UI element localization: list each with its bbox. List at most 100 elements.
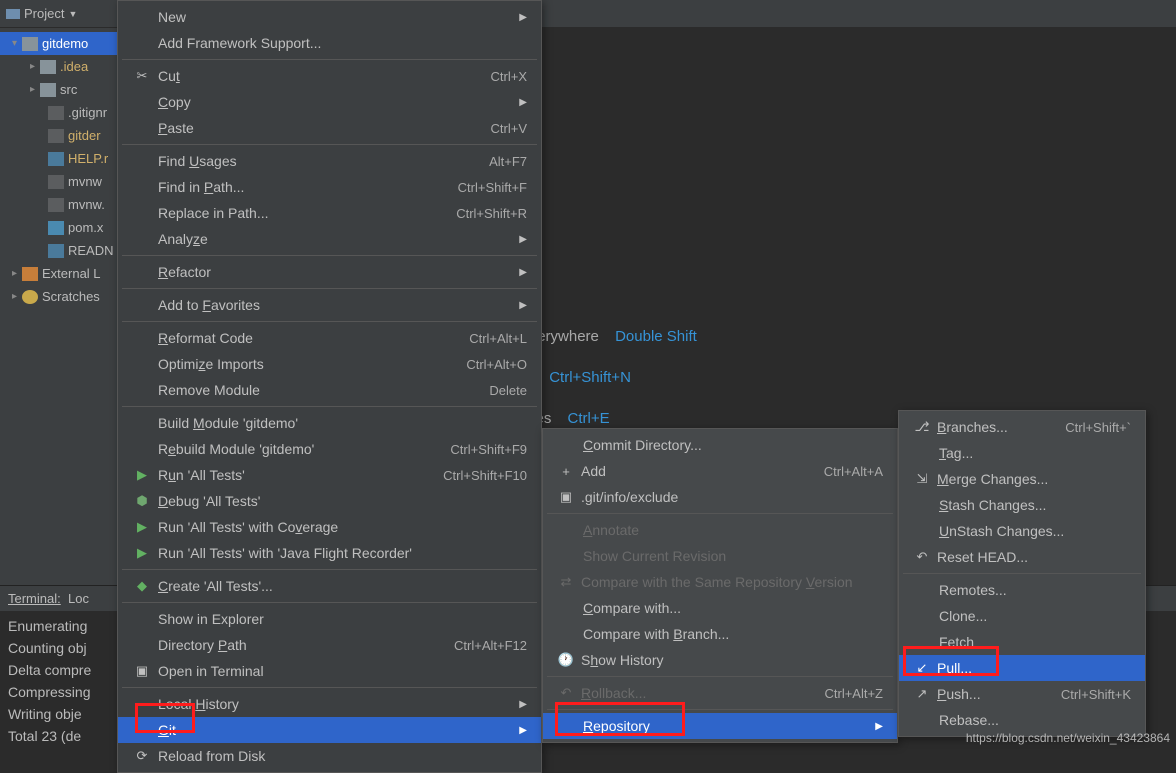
project-dropdown[interactable]: Project ▼ — [6, 6, 77, 21]
menu-item[interactable]: Remotes... — [899, 577, 1145, 603]
menu-label: Compare with Branch... — [583, 626, 883, 642]
menu-shortcut: Ctrl+Alt+L — [469, 331, 527, 346]
menu-item[interactable]: ▶Run 'All Tests' with 'Java Flight Recor… — [118, 540, 541, 566]
file-icon — [48, 221, 64, 235]
menu-label: Cut — [158, 68, 471, 84]
menu-item[interactable]: ↶Reset HEAD... — [899, 544, 1145, 570]
menu-item[interactable]: Directory PathCtrl+Alt+F12 — [118, 632, 541, 658]
tree-file[interactable]: READN — [0, 239, 118, 262]
menu-icon: ↙ — [913, 660, 931, 676]
menu-label: Find Usages — [158, 153, 469, 169]
menu-item[interactable]: Find Usages Alt+F7 — [118, 148, 541, 174]
tree-label: READN — [68, 243, 114, 258]
menu-item[interactable]: ↗Push...Ctrl+Shift+K — [899, 681, 1145, 707]
menu-item[interactable]: ◆Create 'All Tests'... — [118, 573, 541, 599]
menu-shortcut: Alt+F7 — [489, 154, 527, 169]
menu-item[interactable]: ✂CutCtrl+X — [118, 63, 541, 89]
menu-item[interactable]: Analyze▶ — [118, 226, 541, 252]
menu-item[interactable]: Git▶ — [118, 717, 541, 743]
menu-item[interactable]: ▶Run 'All Tests' with Coverage — [118, 514, 541, 540]
tree-file[interactable]: .gitignr — [0, 101, 118, 124]
menu-item[interactable]: PasteCtrl+V — [118, 115, 541, 141]
tree-scratches[interactable]: ▸ Scratches — [0, 285, 118, 308]
menu-label: Compare with... — [583, 600, 883, 616]
menu-label: Pull... — [937, 660, 1131, 676]
menu-item[interactable]: Repository▶ — [543, 713, 897, 739]
menu-item[interactable]: UnStash Changes... — [899, 518, 1145, 544]
menu-item[interactable]: ⟳Reload from Disk — [118, 743, 541, 769]
watermark: https://blog.csdn.net/weixin_43423864 — [966, 731, 1170, 745]
menu-icon: ▣ — [557, 489, 575, 505]
terminal-tab-label: Terminal: — [8, 591, 61, 606]
menu-item[interactable]: Add Framework Support... — [118, 30, 541, 56]
tree-file[interactable]: pom.x — [0, 216, 118, 239]
menu-item[interactable]: 🕐Show History — [543, 647, 897, 673]
menu-label: UnStash Changes... — [939, 523, 1131, 539]
menu-icon: ↶ — [557, 685, 575, 701]
menu-label: Add to Favorites — [158, 297, 509, 313]
welcome-key: Double Shift — [615, 328, 697, 345]
project-label-text: Project — [24, 6, 64, 21]
menu-label: Git — [158, 722, 509, 738]
menu-item[interactable]: Clone... — [899, 603, 1145, 629]
tree-label: .idea — [60, 59, 88, 74]
menu-label: Copy — [158, 94, 509, 110]
tree-label: mvnw. — [68, 197, 105, 212]
menu-label: Branches... — [937, 419, 1045, 435]
menu-item[interactable]: Compare with Branch... — [543, 621, 897, 647]
menu-item[interactable]: ⎇Branches...Ctrl+Shift+` — [899, 414, 1145, 440]
menu-label: Add Framework Support... — [158, 35, 527, 51]
tree-file[interactable]: HELP.r — [0, 147, 118, 170]
menu-item[interactable]: Local History▶ — [118, 691, 541, 717]
tree-label: gitder — [68, 128, 101, 143]
menu-item[interactable]: Copy▶ — [118, 89, 541, 115]
menu-label: Reset HEAD... — [937, 549, 1131, 565]
tree-file[interactable]: mvnw. — [0, 193, 118, 216]
menu-item[interactable]: Compare with... — [543, 595, 897, 621]
menu-item[interactable]: Commit Directory... — [543, 432, 897, 458]
menu-label: Tag... — [939, 445, 1131, 461]
menu-label: Debug 'All Tests' — [158, 493, 527, 509]
submenu-arrow-icon: ▶ — [519, 267, 527, 278]
menu-item[interactable]: Reformat CodeCtrl+Alt+L — [118, 325, 541, 351]
menu-item[interactable]: Show in Explorer — [118, 606, 541, 632]
menu-label: Add — [581, 463, 804, 479]
file-icon — [48, 106, 64, 120]
menu-item[interactable]: Replace in Path...Ctrl+Shift+R — [118, 200, 541, 226]
tree-root[interactable]: ▾ gitdemo — [0, 32, 118, 55]
tree-label: External L — [42, 266, 101, 281]
menu-item[interactable]: Remove ModuleDelete — [118, 377, 541, 403]
menu-item[interactable]: ▶Run 'All Tests'Ctrl+Shift+F10 — [118, 462, 541, 488]
tree-folder-idea[interactable]: ▸ .idea — [0, 55, 118, 78]
lib-icon — [22, 267, 38, 281]
menu-shortcut: Ctrl+Shift+F9 — [450, 442, 527, 457]
menu-item[interactable]: Stash Changes... — [899, 492, 1145, 518]
tree-external-libs[interactable]: ▸ External L — [0, 262, 118, 285]
menu-item[interactable]: Fetch — [899, 629, 1145, 655]
menu-item[interactable]: ↙ Pull... — [899, 655, 1145, 681]
menu-item[interactable]: Add to Favorites▶ — [118, 292, 541, 318]
tree-file[interactable]: mvnw — [0, 170, 118, 193]
menu-item[interactable]: Build Module 'gitdemo' — [118, 410, 541, 436]
menu-item[interactable]: ⇲Merge Changes... — [899, 466, 1145, 492]
menu-item[interactable]: Find in Path...Ctrl+Shift+F — [118, 174, 541, 200]
menu-shortcut: Ctrl+Alt+A — [824, 464, 883, 479]
tree-file[interactable]: gitder — [0, 124, 118, 147]
menu-item[interactable]: Optimize ImportsCtrl+Alt+O — [118, 351, 541, 377]
menu-label: Paste — [158, 120, 471, 136]
menu-label: Build Module 'gitdemo' — [158, 415, 527, 431]
menu-label: Run 'All Tests' with Coverage — [158, 519, 527, 535]
menu-item[interactable]: Rebuild Module 'gitdemo'Ctrl+Shift+F9 — [118, 436, 541, 462]
menu-item[interactable]: ▣Open in Terminal — [118, 658, 541, 684]
menu-label: Show Current Revision — [583, 548, 883, 564]
menu-item[interactable]: +AddCtrl+Alt+A — [543, 458, 897, 484]
menu-item[interactable]: Rebase... — [899, 707, 1145, 733]
menu-item[interactable]: Tag... — [899, 440, 1145, 466]
submenu-arrow-icon: ▶ — [519, 234, 527, 245]
menu-item[interactable]: Refactor▶ — [118, 259, 541, 285]
menu-item[interactable]: ▣.git/info/exclude — [543, 484, 897, 510]
tree-label: Scratches — [42, 289, 100, 304]
menu-item[interactable]: New▶ — [118, 4, 541, 30]
tree-folder-src[interactable]: ▸ src — [0, 78, 118, 101]
menu-item[interactable]: ⬢Debug 'All Tests' — [118, 488, 541, 514]
